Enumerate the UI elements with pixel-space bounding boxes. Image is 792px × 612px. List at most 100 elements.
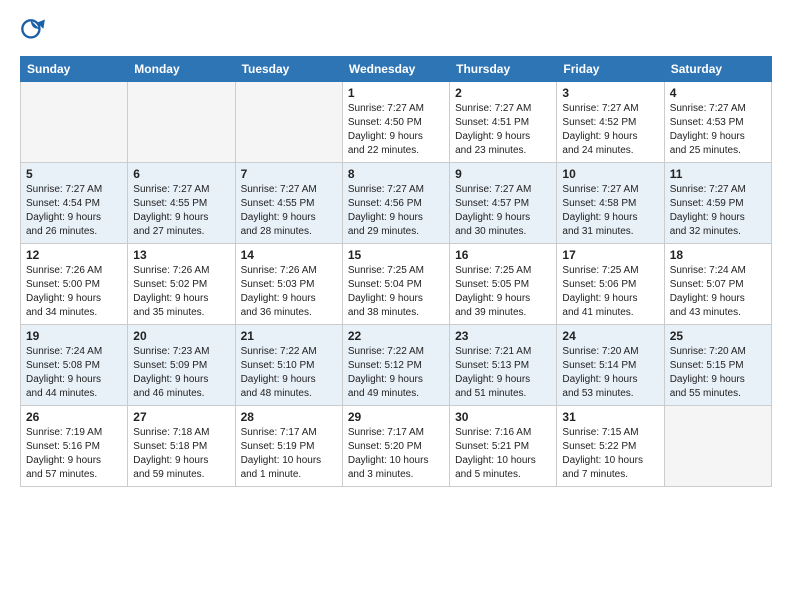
day-info: Sunrise: 7:16 AMSunset: 5:21 PMDaylight:… <box>455 426 551 482</box>
day-info: Sunrise: 7:19 AMSunset: 5:16 PMDaylight:… <box>26 426 122 482</box>
calendar-day-cell: 15 Sunrise: 7:25 AMSunset: 5:04 PMDayligh… <box>342 244 449 325</box>
day-number: 25 <box>670 329 766 343</box>
day-number: 28 <box>241 410 337 424</box>
day-info: Sunrise: 7:26 AMSunset: 5:00 PMDaylight:… <box>26 264 122 320</box>
day-number: 3 <box>562 86 658 100</box>
day-info: Sunrise: 7:27 AMSunset: 4:52 PMDaylight:… <box>562 102 658 158</box>
calendar-week-row: 1 Sunrise: 7:27 AMSunset: 4:50 PMDaylight… <box>21 82 772 163</box>
day-number: 21 <box>241 329 337 343</box>
calendar-day-cell <box>235 82 342 163</box>
day-info: Sunrise: 7:25 AMSunset: 5:04 PMDaylight:… <box>348 264 444 320</box>
day-info: Sunrise: 7:17 AMSunset: 5:19 PMDaylight:… <box>241 426 337 482</box>
day-number: 30 <box>455 410 551 424</box>
day-number: 4 <box>670 86 766 100</box>
calendar-day-cell: 8Sunrise: 7:27 AMSunset: 4:56 PMDaylight… <box>342 163 449 244</box>
day-number: 31 <box>562 410 658 424</box>
day-number: 12 <box>26 248 122 262</box>
day-info: Sunrise: 7:27 AMSunset: 4:53 PMDaylight:… <box>670 102 766 158</box>
calendar-day-cell: 16Sunrise: 7:25 AMSunset: 5:05 PMDayligh… <box>450 244 557 325</box>
day-number: 10 <box>562 167 658 181</box>
weekday-header: Tuesday <box>235 57 342 82</box>
calendar-day-cell: 5 Sunrise: 7:27 AMSunset: 4:54 PMDaylight… <box>21 163 128 244</box>
calendar-day-cell: 2 Sunrise: 7:27 AMSunset: 4:51 PMDaylight… <box>450 82 557 163</box>
calendar-day-cell: 30 Sunrise: 7:16 AMSunset: 5:21 PMDayligh… <box>450 406 557 487</box>
day-info: Sunrise: 7:22 AMSunset: 5:10 PMDaylight:… <box>241 345 337 401</box>
day-number: 14 <box>241 248 337 262</box>
day-info: Sunrise: 7:23 AMSunset: 5:09 PMDaylight:… <box>133 345 229 401</box>
calendar-day-cell: 6 Sunrise: 7:27 AMSunset: 4:55 PMDaylight… <box>128 163 235 244</box>
day-info: Sunrise: 7:27 AMSunset: 4:55 PMDaylight:… <box>241 183 337 239</box>
calendar-day-cell: 21 Sunrise: 7:22 AMSunset: 5:10 PMDayligh… <box>235 325 342 406</box>
calendar-day-cell: 12 Sunrise: 7:26 AMSunset: 5:00 PMDayligh… <box>21 244 128 325</box>
day-info: Sunrise: 7:24 AMSunset: 5:08 PMDaylight:… <box>26 345 122 401</box>
weekday-header: Sunday <box>21 57 128 82</box>
day-number: 18 <box>670 248 766 262</box>
calendar-day-cell: 17 Sunrise: 7:25 AMSunset: 5:06 PMDayligh… <box>557 244 664 325</box>
day-info: Sunrise: 7:27 AMSunset: 4:58 PMDaylight:… <box>562 183 658 239</box>
calendar-day-cell: 24 Sunrise: 7:20 AMSunset: 5:14 PMDayligh… <box>557 325 664 406</box>
calendar-day-cell: 20 Sunrise: 7:23 AMSunset: 5:09 PMDayligh… <box>128 325 235 406</box>
weekday-header: Friday <box>557 57 664 82</box>
logo-icon <box>20 18 48 46</box>
day-number: 15 <box>348 248 444 262</box>
calendar-day-cell: 29Sunrise: 7:17 AMSunset: 5:20 PMDayligh… <box>342 406 449 487</box>
day-number: 19 <box>26 329 122 343</box>
day-info: Sunrise: 7:15 AMSunset: 5:22 PMDaylight:… <box>562 426 658 482</box>
day-number: 17 <box>562 248 658 262</box>
calendar-day-cell: 14 Sunrise: 7:26 AMSunset: 5:03 PMDayligh… <box>235 244 342 325</box>
calendar-week-row: 19 Sunrise: 7:24 AMSunset: 5:08 PMDayligh… <box>21 325 772 406</box>
day-number: 24 <box>562 329 658 343</box>
day-number: 6 <box>133 167 229 181</box>
calendar-day-cell: 1 Sunrise: 7:27 AMSunset: 4:50 PMDaylight… <box>342 82 449 163</box>
day-number: 26 <box>26 410 122 424</box>
calendar-day-cell: 28 Sunrise: 7:17 AMSunset: 5:19 PMDayligh… <box>235 406 342 487</box>
calendar-day-cell: 10 Sunrise: 7:27 AMSunset: 4:58 PMDayligh… <box>557 163 664 244</box>
weekday-header: Thursday <box>450 57 557 82</box>
day-info: Sunrise: 7:25 AMSunset: 5:06 PMDaylight:… <box>562 264 658 320</box>
calendar-day-cell: 25 Sunrise: 7:20 AMSunset: 5:15 PMDayligh… <box>664 325 771 406</box>
day-info: Sunrise: 7:27 AMSunset: 4:57 PMDaylight:… <box>455 183 551 239</box>
calendar-day-cell: 3 Sunrise: 7:27 AMSunset: 4:52 PMDaylight… <box>557 82 664 163</box>
calendar-day-cell: 11 Sunrise: 7:27 AMSunset: 4:59 PMDayligh… <box>664 163 771 244</box>
calendar-day-cell <box>21 82 128 163</box>
calendar-header-row: SundayMondayTuesdayWednesdayThursdayFrid… <box>21 57 772 82</box>
day-number: 2 <box>455 86 551 100</box>
calendar-week-row: 12 Sunrise: 7:26 AMSunset: 5:00 PMDayligh… <box>21 244 772 325</box>
day-info: Sunrise: 7:27 AMSunset: 4:59 PMDaylight:… <box>670 183 766 239</box>
calendar-day-cell: 13Sunrise: 7:26 AMSunset: 5:02 PMDayligh… <box>128 244 235 325</box>
day-info: Sunrise: 7:21 AMSunset: 5:13 PMDaylight:… <box>455 345 551 401</box>
day-info: Sunrise: 7:24 AMSunset: 5:07 PMDaylight:… <box>670 264 766 320</box>
day-number: 5 <box>26 167 122 181</box>
calendar-day-cell: 7Sunrise: 7:27 AMSunset: 4:55 PMDaylight… <box>235 163 342 244</box>
day-info: Sunrise: 7:27 AMSunset: 4:51 PMDaylight:… <box>455 102 551 158</box>
header <box>20 18 772 46</box>
day-info: Sunrise: 7:20 AMSunset: 5:15 PMDaylight:… <box>670 345 766 401</box>
day-info: Sunrise: 7:27 AMSunset: 4:55 PMDaylight:… <box>133 183 229 239</box>
day-info: Sunrise: 7:26 AMSunset: 5:03 PMDaylight:… <box>241 264 337 320</box>
weekday-header: Wednesday <box>342 57 449 82</box>
day-info: Sunrise: 7:18 AMSunset: 5:18 PMDaylight:… <box>133 426 229 482</box>
day-info: Sunrise: 7:26 AMSunset: 5:02 PMDaylight:… <box>133 264 229 320</box>
calendar-day-cell: 19 Sunrise: 7:24 AMSunset: 5:08 PMDayligh… <box>21 325 128 406</box>
calendar-day-cell: 4 Sunrise: 7:27 AMSunset: 4:53 PMDaylight… <box>664 82 771 163</box>
logo <box>20 18 52 46</box>
day-info: Sunrise: 7:27 AMSunset: 4:50 PMDaylight:… <box>348 102 444 158</box>
day-number: 9 <box>455 167 551 181</box>
day-number: 22 <box>348 329 444 343</box>
calendar-day-cell <box>664 406 771 487</box>
calendar-day-cell: 31 Sunrise: 7:15 AMSunset: 5:22 PMDayligh… <box>557 406 664 487</box>
calendar-week-row: 5 Sunrise: 7:27 AMSunset: 4:54 PMDaylight… <box>21 163 772 244</box>
day-info: Sunrise: 7:27 AMSunset: 4:54 PMDaylight:… <box>26 183 122 239</box>
day-number: 29 <box>348 410 444 424</box>
day-number: 11 <box>670 167 766 181</box>
day-info: Sunrise: 7:22 AMSunset: 5:12 PMDaylight:… <box>348 345 444 401</box>
day-number: 1 <box>348 86 444 100</box>
calendar-table: SundayMondayTuesdayWednesdayThursdayFrid… <box>20 56 772 487</box>
day-info: Sunrise: 7:25 AMSunset: 5:05 PMDaylight:… <box>455 264 551 320</box>
calendar-week-row: 26 Sunrise: 7:19 AMSunset: 5:16 PMDayligh… <box>21 406 772 487</box>
calendar-day-cell: 23 Sunrise: 7:21 AMSunset: 5:13 PMDayligh… <box>450 325 557 406</box>
day-number: 20 <box>133 329 229 343</box>
day-number: 23 <box>455 329 551 343</box>
day-info: Sunrise: 7:20 AMSunset: 5:14 PMDaylight:… <box>562 345 658 401</box>
weekday-header: Saturday <box>664 57 771 82</box>
